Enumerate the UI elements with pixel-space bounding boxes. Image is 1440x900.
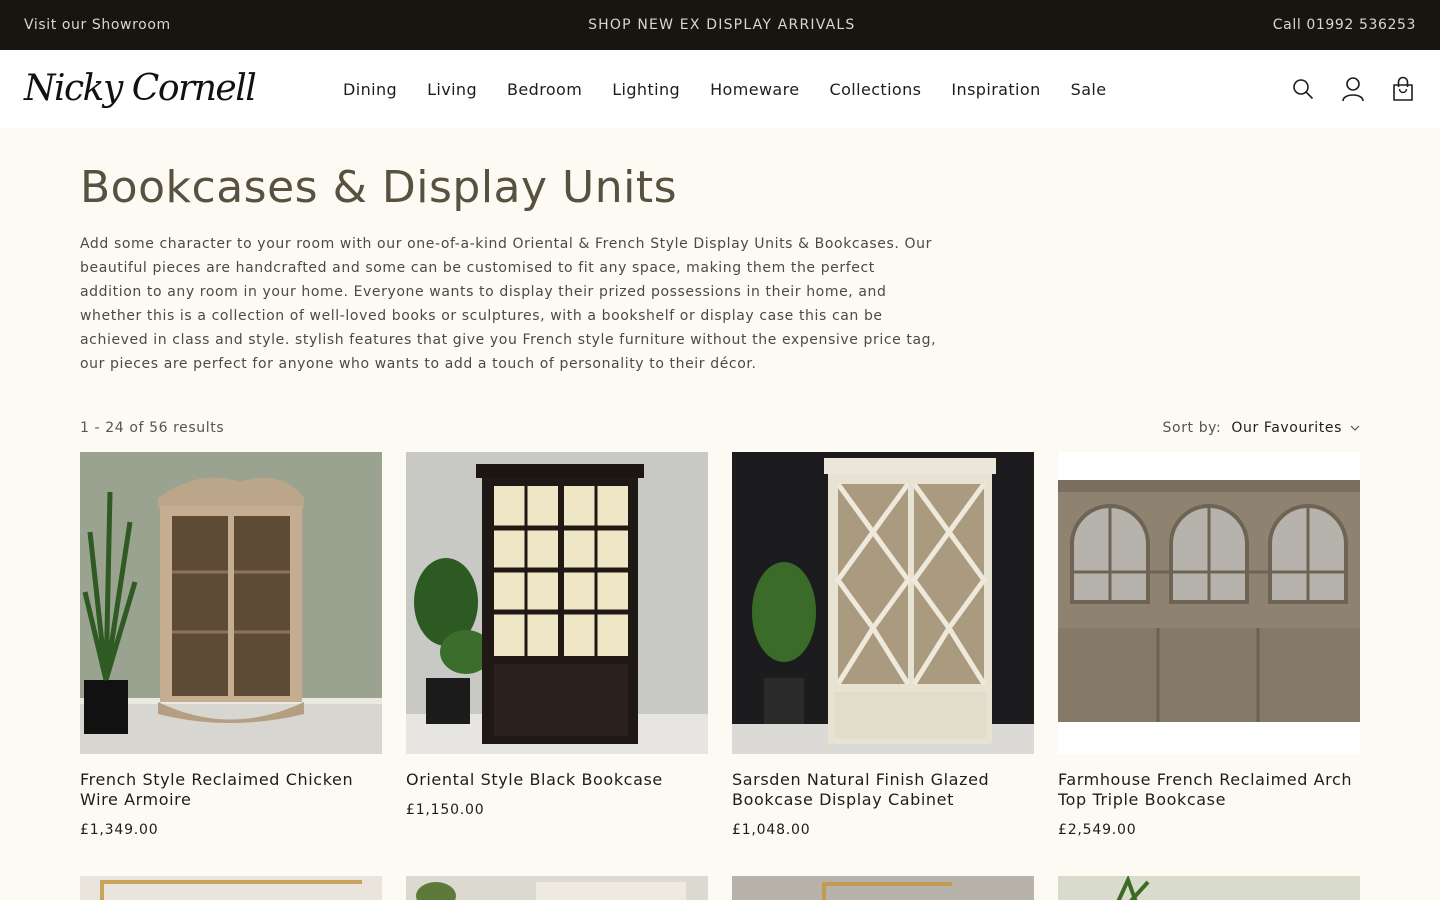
nav-homeware[interactable]: Homeware — [695, 80, 814, 99]
page-title: Bookcases & Display Units — [80, 162, 678, 213]
cart-icon[interactable] — [1390, 76, 1416, 102]
results-count: 1 - 24 of 56 results — [80, 420, 225, 436]
product-price: £1,150.00 — [406, 802, 485, 818]
site-logo[interactable]: Nicky Cornell — [24, 71, 257, 107]
header-icons — [1290, 76, 1416, 102]
product-grid: French Style Reclaimed Chicken Wire Armo… — [80, 452, 1360, 900]
product-image[interactable] — [732, 452, 1034, 754]
product-image[interactable] — [80, 876, 382, 900]
sort-label: Sort by: — [1162, 420, 1222, 436]
announcement-bar: Visit our Showroom SHOP NEW EX DISPLAY A… — [0, 0, 1440, 50]
nav-collections[interactable]: Collections — [815, 80, 937, 99]
nav-sale[interactable]: Sale — [1056, 80, 1122, 99]
collection-toolbar: 1 - 24 of 56 results Sort by: Our Favour… — [80, 420, 1360, 436]
product-image[interactable] — [1058, 452, 1360, 754]
sort-value: Our Favourites — [1231, 420, 1342, 436]
product-image[interactable] — [80, 452, 382, 754]
product-image[interactable] — [1058, 876, 1360, 900]
product-card[interactable] — [732, 876, 1034, 900]
collection-description: Add some character to your room with our… — [80, 236, 937, 372]
showroom-link[interactable]: Visit our Showroom — [24, 17, 171, 33]
product-price: £2,549.00 — [1058, 822, 1137, 838]
phone-link[interactable]: Call 01992 536253 — [1273, 17, 1416, 33]
chevron-down-icon — [1350, 425, 1360, 431]
product-card[interactable] — [406, 876, 708, 900]
product-title[interactable]: Oriental Style Black Bookcase — [406, 770, 708, 790]
product-card[interactable]: French Style Reclaimed Chicken Wire Armo… — [80, 452, 382, 838]
product-image[interactable] — [406, 876, 708, 900]
product-card[interactable]: Farmhouse French Reclaimed Arch Top Trip… — [1058, 452, 1360, 838]
sort-select[interactable]: Our Favourites — [1231, 420, 1360, 436]
product-card[interactable] — [80, 876, 382, 900]
nav-lighting[interactable]: Lighting — [597, 80, 695, 99]
product-title[interactable]: French Style Reclaimed Chicken Wire Armo… — [80, 770, 382, 810]
nav-living[interactable]: Living — [412, 80, 492, 99]
product-card[interactable]: Sarsden Natural Finish Glazed Bookcase D… — [732, 452, 1034, 838]
main-nav: Dining Living Bedroom Lighting Homeware … — [328, 80, 1122, 99]
product-title[interactable]: Farmhouse French Reclaimed Arch Top Trip… — [1058, 770, 1360, 810]
product-title[interactable]: Sarsden Natural Finish Glazed Bookcase D… — [732, 770, 1034, 810]
product-card[interactable]: Oriental Style Black Bookcase £1,150.00 — [406, 452, 708, 838]
search-icon[interactable] — [1290, 76, 1316, 102]
product-price: £1,349.00 — [80, 822, 159, 838]
product-price: £1,048.00 — [732, 822, 811, 838]
product-card[interactable] — [1058, 876, 1360, 900]
product-image[interactable] — [732, 876, 1034, 900]
product-image[interactable] — [406, 452, 708, 754]
nav-bedroom[interactable]: Bedroom — [492, 80, 597, 99]
site-header: Nicky Cornell Dining Living Bedroom Ligh… — [0, 50, 1440, 128]
account-icon[interactable] — [1340, 76, 1366, 102]
nav-dining[interactable]: Dining — [328, 80, 412, 99]
ex-display-link[interactable]: SHOP NEW EX DISPLAY ARRIVALS — [588, 17, 855, 33]
collection-main: Bookcases & Display Units Add some chara… — [0, 162, 1440, 900]
sort-control: Sort by: Our Favourites — [1163, 420, 1360, 436]
nav-inspiration[interactable]: Inspiration — [936, 80, 1055, 99]
